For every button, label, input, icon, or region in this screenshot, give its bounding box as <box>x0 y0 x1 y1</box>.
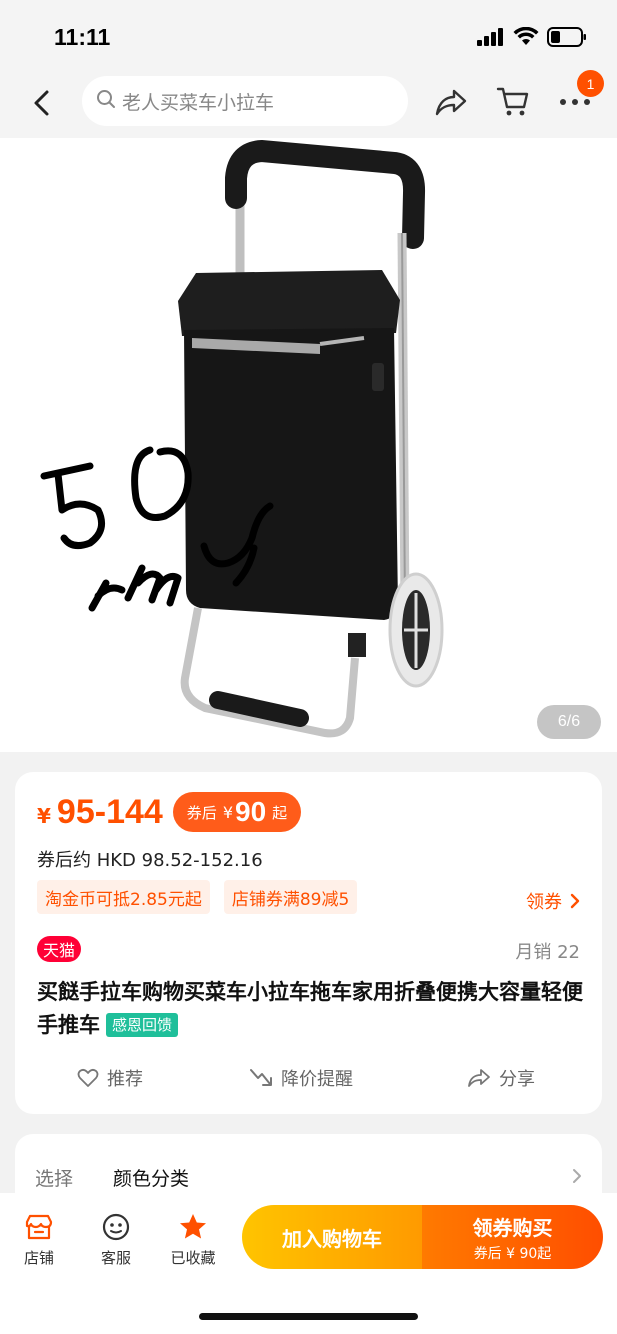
cart-button[interactable] <box>494 83 532 121</box>
heart-icon <box>77 1068 99 1087</box>
store-icon <box>25 1214 53 1240</box>
add-to-cart-button[interactable]: 加入购物车 <box>242 1205 422 1269</box>
price-range: 95-144 <box>56 792 163 831</box>
get-coupon-label: 领券 <box>526 892 562 913</box>
buy-with-coupon-label: 领券购买 <box>472 1215 553 1240</box>
action-row: 推荐 降价提醒 分享 <box>15 1065 602 1095</box>
store-label: 店铺 <box>23 1249 54 1267</box>
promo-tag-store-coupon[interactable]: 店铺券满89减5 <box>223 880 358 914</box>
back-arrow-icon <box>34 90 49 116</box>
search-input[interactable]: 老人买菜车小拉车 <box>82 76 408 126</box>
share-label: 分享 <box>499 1069 535 1090</box>
recommend-button[interactable]: 推荐 <box>77 1065 143 1091</box>
page-indicator: 6/6 <box>537 705 601 739</box>
search-icon <box>96 89 116 113</box>
buy-with-coupon-button[interactable]: 领券购买 券后 ¥ 90起 <box>422 1205 603 1269</box>
star-icon <box>180 1214 206 1239</box>
get-coupon-link[interactable]: 领券 <box>526 888 580 914</box>
coupon-label: 券后 <box>186 803 217 822</box>
customer-service-button[interactable]: 客服 <box>86 1211 146 1268</box>
status-icons <box>477 26 587 51</box>
coupon-price: 90 <box>235 796 267 827</box>
customer-service-icon <box>102 1213 130 1241</box>
customer-service-label: 客服 <box>100 1249 131 1267</box>
monthly-sales: 月销 22 <box>515 942 580 963</box>
coupon-suffix: 起 <box>272 803 288 822</box>
select-label: 选择 <box>35 1168 74 1190</box>
share-button[interactable] <box>432 83 470 121</box>
chevron-right-icon <box>570 893 580 909</box>
signal-icon <box>477 28 505 50</box>
add-to-cart-label: 加入购物车 <box>282 1226 382 1251</box>
tmall-badge: 天猫 <box>37 936 82 962</box>
status-time: 11:11 <box>54 24 111 50</box>
cta-group: 加入购物车 领券购买 券后 ¥ 90起 <box>242 1205 603 1269</box>
favorite-button[interactable]: 已收藏 <box>163 1211 223 1268</box>
promo-row: 淘金币可抵2.85元起 店铺券满89减5 <box>37 880 358 914</box>
share-icon <box>435 89 467 116</box>
select-value: 颜色分类 <box>113 1168 190 1190</box>
price-drop-icon <box>250 1069 272 1086</box>
product-image-carousel[interactable]: 6/6 <box>0 138 617 752</box>
gratitude-tag: 感恩回馈 <box>106 1013 179 1037</box>
cart-icon <box>496 87 529 116</box>
price-alert-label: 降价提醒 <box>281 1069 353 1090</box>
recommend-label: 推荐 <box>107 1069 143 1090</box>
notification-badge: 1 <box>577 70 604 97</box>
share-product-button[interactable]: 分享 <box>467 1065 535 1091</box>
status-bar: 11:11 <box>0 0 617 68</box>
price-row: ¥ 95-144 券后 ¥ 90 起 <box>37 792 302 832</box>
buy-with-coupon-subtext: 券后 ¥ 90起 <box>473 1245 552 1262</box>
coupon-price-badge: 券后 ¥ 90 起 <box>172 792 302 832</box>
currency-symbol: ¥ <box>37 804 51 828</box>
wifi-icon <box>513 26 539 51</box>
more-dots-icon <box>560 99 590 105</box>
coupon-currency-symbol: ¥ <box>222 802 233 822</box>
store-button[interactable]: 店铺 <box>9 1211 69 1268</box>
product-title: 买餸手拉车购物买菜车小拉车拖车家用折叠便携大容量轻便手推车 感恩回馈 <box>37 976 585 1042</box>
hkd-price: 券后约 HKD 98.52-152.16 <box>37 850 263 871</box>
nav-bar: 老人买菜车小拉车 <box>0 68 617 138</box>
share-arrow-icon <box>468 1069 490 1087</box>
battery-icon <box>547 27 587 51</box>
search-text: 老人买菜车小拉车 <box>122 91 275 114</box>
price-alert-button[interactable]: 降价提醒 <box>249 1065 353 1091</box>
chevron-right-icon <box>573 1169 581 1183</box>
shopping-trolley-image <box>40 139 444 738</box>
favorite-label: 已收藏 <box>170 1249 216 1267</box>
product-info-card: ¥ 95-144 券后 ¥ 90 起 券后约 HKD 98.52-152.16 … <box>15 772 602 1114</box>
promo-tag-coins[interactable]: 淘金币可抵2.85元起 <box>37 880 210 914</box>
home-indicator <box>199 1313 418 1320</box>
back-button[interactable] <box>26 86 56 120</box>
